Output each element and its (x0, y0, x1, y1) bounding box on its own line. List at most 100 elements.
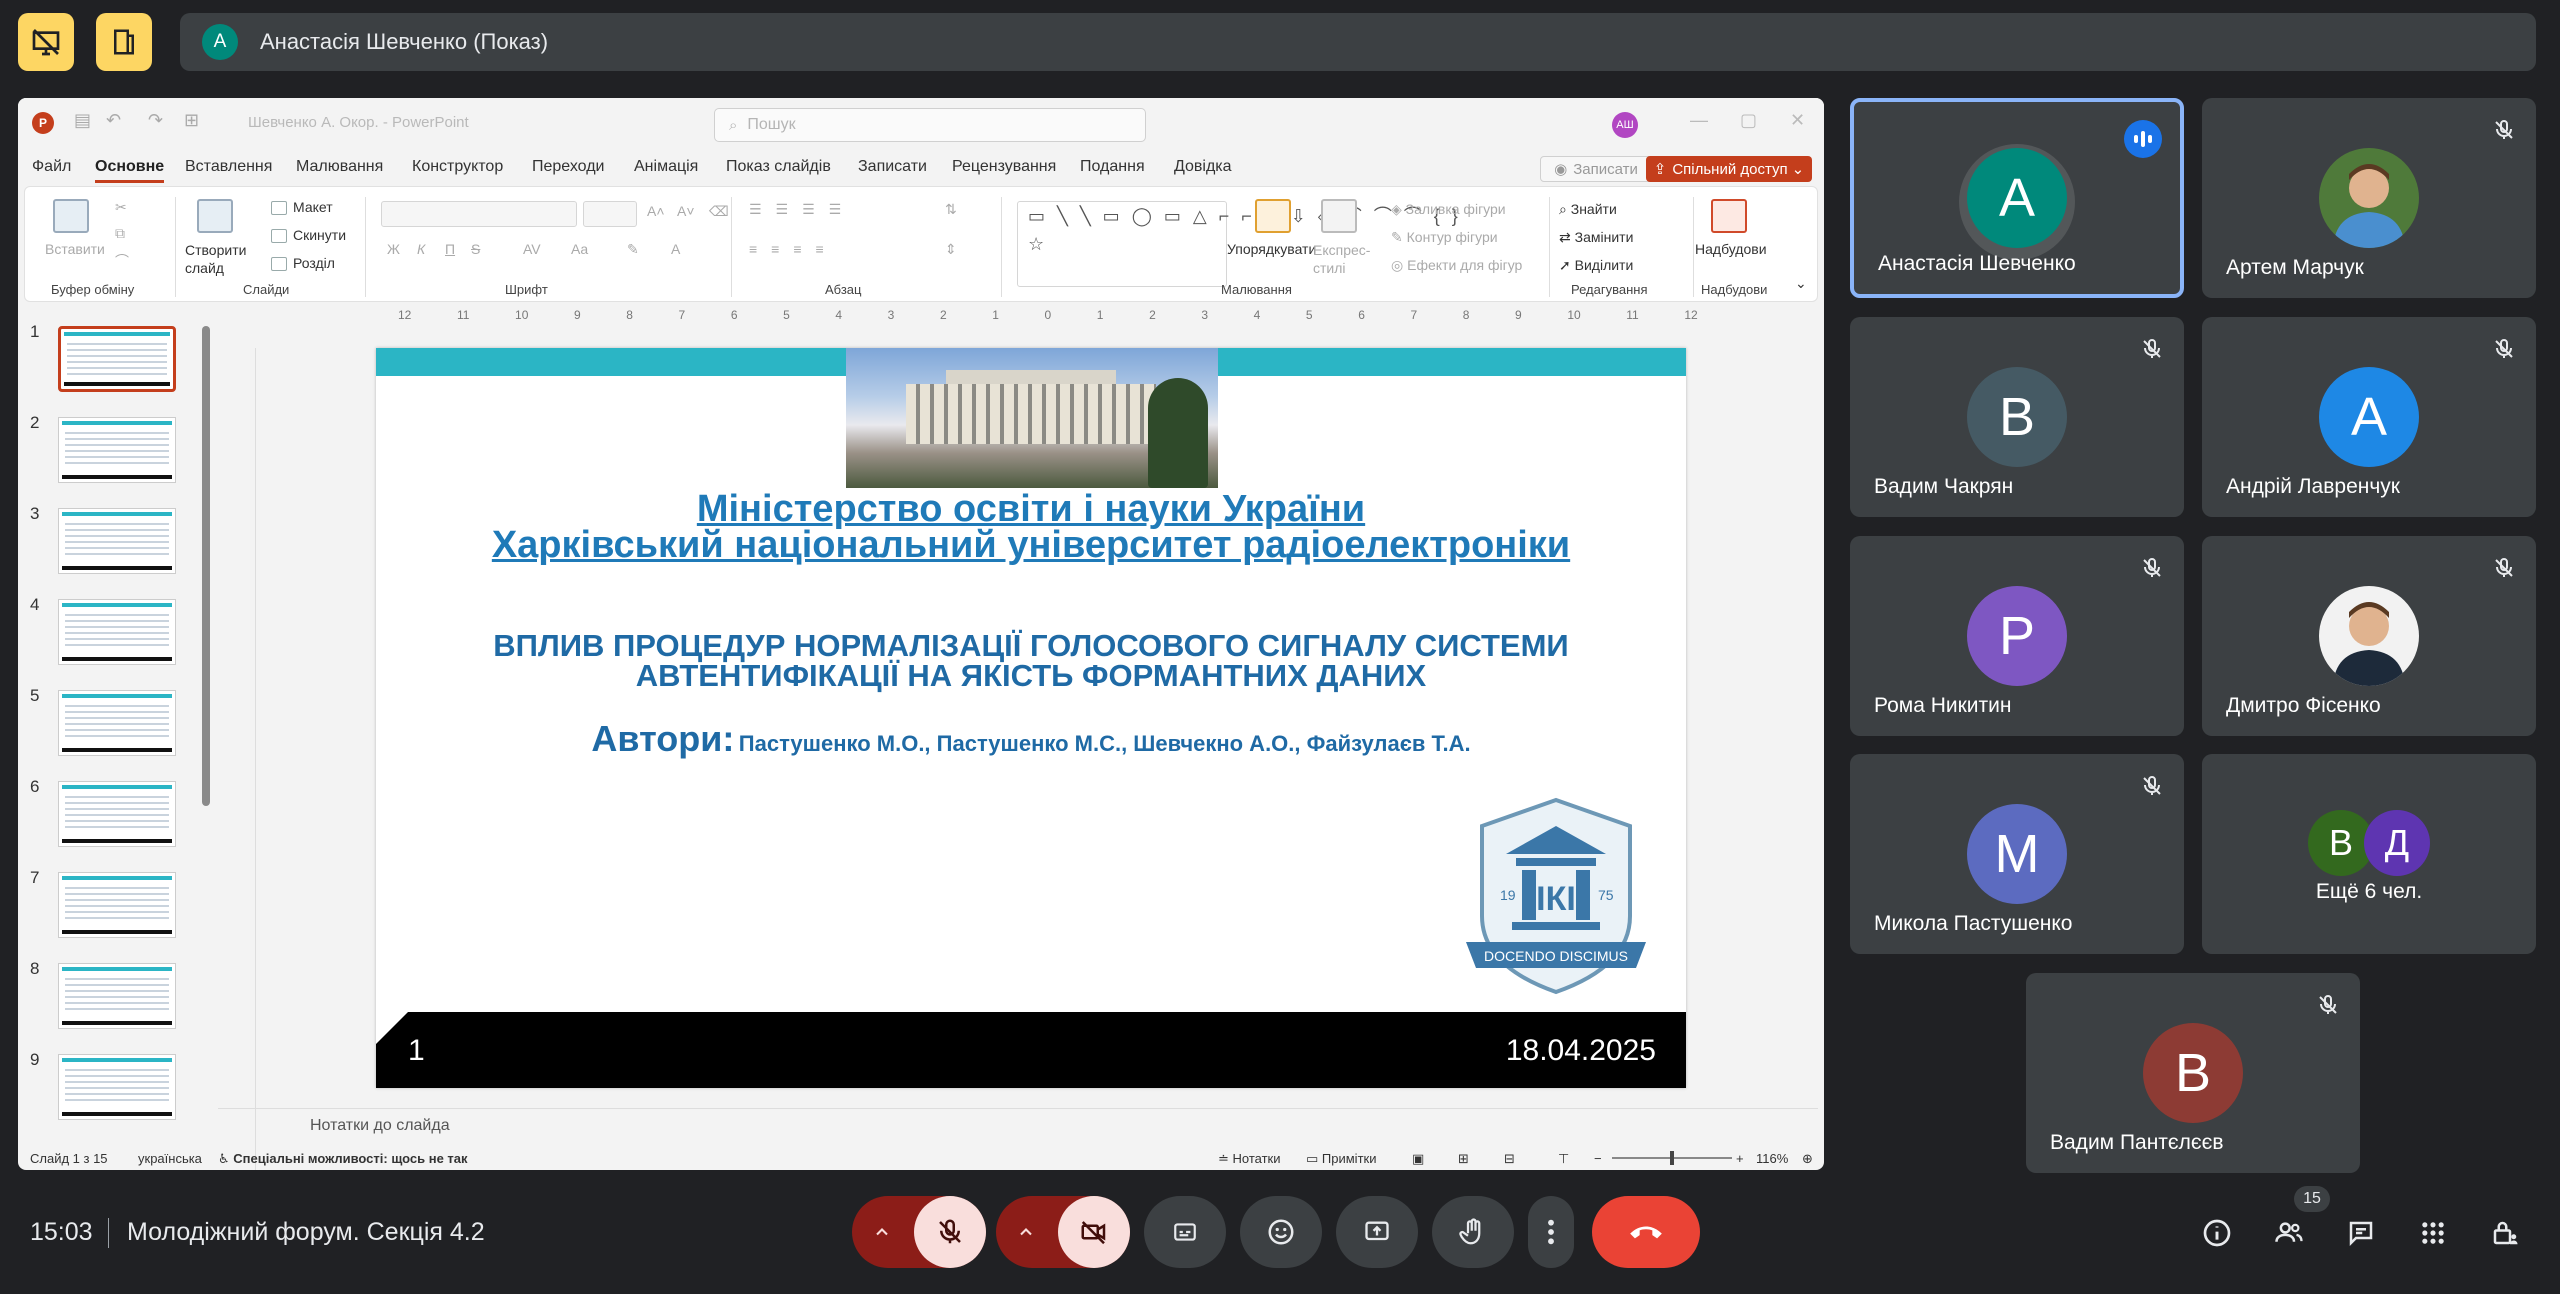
layout-toggle-button[interactable] (96, 13, 152, 71)
participant-tile[interactable]: В Вадим Чакрян (1850, 317, 2184, 517)
menu-draw[interactable]: Малювання (296, 158, 383, 176)
collapse-ribbon-icon[interactable]: ⌄ (1795, 275, 1807, 292)
reading-view-icon[interactable]: ⊟ (1504, 1151, 1515, 1167)
cut-icon[interactable]: ✂ (115, 199, 127, 216)
menu-insert[interactable]: Вставлення (185, 158, 272, 176)
new-slide-button[interactable]: Створити слайд (185, 241, 255, 277)
underline-button[interactable]: П (445, 241, 455, 257)
participant-tile[interactable]: А Анастасія Шевченко (1850, 98, 2184, 298)
participant-tile[interactable]: М Микола Пастушенко (1850, 754, 2184, 954)
mic-toggle-button[interactable] (914, 1196, 986, 1268)
section-button[interactable]: Розділ (271, 255, 335, 272)
meeting-info-button[interactable] (2196, 1212, 2238, 1254)
participant-tile[interactable]: Дмитро Фісенко (2202, 536, 2536, 736)
align-text-icon[interactable]: ⇕ (945, 241, 957, 258)
italic-button[interactable]: К (417, 241, 425, 257)
menu-home[interactable]: Основне (95, 158, 165, 183)
slide-thumbnail[interactable] (58, 417, 176, 483)
menu-file[interactable]: Файл (32, 158, 71, 176)
strikethrough-button[interactable]: S (471, 241, 480, 257)
find-button[interactable]: ⌕ Знайти (1559, 201, 1617, 218)
zoom-level[interactable]: 116% (1756, 1151, 1788, 1166)
slide-thumbnail[interactable] (58, 508, 176, 574)
camera-toggle-button[interactable] (1058, 1196, 1130, 1268)
text-direction-icon[interactable]: ⇅ (945, 201, 957, 218)
menu-record[interactable]: Записати (858, 158, 927, 176)
people-button[interactable] (2268, 1212, 2310, 1254)
shape-outline-button[interactable]: ✎ Контур фігури (1391, 229, 1498, 246)
slide-thumbnail[interactable] (58, 326, 176, 392)
slide-thumbnail[interactable] (58, 872, 176, 938)
host-controls-button[interactable] (2484, 1212, 2526, 1254)
shape-fill-button[interactable]: ◈ Заливка фігури (1391, 201, 1506, 218)
font-size-select[interactable] (583, 201, 637, 227)
font-color-icon[interactable]: A (671, 241, 680, 257)
undo-icon[interactable]: ↶ (106, 110, 121, 131)
thumbnails-scrollbar[interactable] (202, 326, 210, 806)
fit-slide-icon[interactable]: ⊕ (1802, 1151, 1813, 1167)
slide-thumbnail[interactable] (58, 690, 176, 756)
presenter-bar[interactable]: А Анастасія Шевченко (Показ) (180, 13, 2536, 71)
participant-tile[interactable]: Артем Марчук (2202, 98, 2536, 298)
slide-thumbnail[interactable] (58, 599, 176, 665)
audio-options-button[interactable] (852, 1196, 912, 1268)
addins-button[interactable]: Надбудови (1695, 241, 1767, 257)
minimize-icon[interactable]: — (1690, 110, 1708, 131)
ppt-user-avatar[interactable]: АШ (1612, 112, 1638, 138)
normal-view-icon[interactable]: ▣ (1412, 1151, 1424, 1167)
char-spacing-button[interactable]: AV (523, 241, 541, 257)
format-painter-icon[interactable]: ⌒ (115, 251, 129, 271)
shape-effects-button[interactable]: ◎ Ефекти для фігур (1391, 257, 1522, 274)
shapes-gallery[interactable]: ▭╲╲▭◯▭△⌐⌐⇨⇩◇⌒⌒⌒{}☆ (1017, 201, 1458, 287)
change-case-button[interactable]: Aa (571, 241, 588, 257)
paste-button[interactable]: Вставити (45, 241, 105, 257)
language-indicator[interactable]: українська (138, 1151, 202, 1166)
slide-thumbnail[interactable] (58, 1054, 176, 1120)
align-icons[interactable]: ≡≡≡≡ (749, 241, 838, 257)
menu-animations[interactable]: Анімація (634, 158, 698, 176)
menu-review[interactable]: Рецензування (952, 158, 1056, 176)
copy-icon[interactable]: ⧉ (115, 225, 125, 242)
slideshow-view-icon[interactable]: ⊤ (1558, 1151, 1569, 1167)
select-button[interactable]: ➚ Виділити (1559, 257, 1633, 274)
participant-tile[interactable]: Р Рома Никитин (1850, 536, 2184, 736)
captions-button[interactable] (1144, 1196, 1226, 1268)
font-family-select[interactable] (381, 201, 577, 227)
present-icon[interactable]: ⊞ (184, 110, 199, 131)
share-button[interactable]: ⇪ Спільний доступ ⌄ (1646, 156, 1812, 182)
decrease-font-icon[interactable]: A˅ (677, 203, 695, 219)
list-icons[interactable]: ☰☰☰☰ (749, 201, 855, 218)
menu-design[interactable]: Конструктор (412, 158, 503, 176)
more-participants-tile[interactable]: В Д Ещё 6 чел. (2202, 754, 2536, 954)
menu-view[interactable]: Подання (1080, 158, 1145, 176)
slide-canvas[interactable]: Міністерство освіти і науки України Харк… (376, 348, 1686, 1088)
arrange-button[interactable]: Упорядкувати (1227, 241, 1316, 257)
highlight-icon[interactable]: ✎ (627, 241, 639, 258)
menu-help[interactable]: Довідка (1174, 158, 1232, 176)
present-screen-button[interactable] (1336, 1196, 1418, 1268)
sorter-view-icon[interactable]: ⊞ (1458, 1151, 1469, 1167)
quick-styles-button[interactable]: Експрес-стилі (1313, 241, 1379, 277)
zoom-in-icon[interactable]: + (1736, 1151, 1744, 1166)
maximize-icon[interactable]: ▢ (1740, 110, 1757, 131)
reset-button[interactable]: Скинути (271, 227, 346, 244)
activities-button[interactable] (2412, 1212, 2454, 1254)
increase-font-icon[interactable]: A˄ (647, 203, 665, 219)
redo-icon[interactable]: ↷ (148, 110, 163, 131)
accessibility-status[interactable]: ♿ Спеціальні можливості: щось не так (218, 1151, 468, 1167)
chat-button[interactable] (2340, 1212, 2382, 1254)
slide-thumbnail[interactable] (58, 781, 176, 847)
video-options-button[interactable] (996, 1196, 1056, 1268)
bold-button[interactable]: Ж (387, 241, 400, 257)
save-icon[interactable]: ▤ (74, 110, 91, 131)
participant-tile[interactable]: А Андрій Лавренчук (2202, 317, 2536, 517)
slide-notes-area[interactable]: Нотатки до слайда (218, 1108, 1818, 1138)
layout-button[interactable]: Макет (271, 199, 333, 216)
record-button[interactable]: ◉ Записати (1540, 156, 1652, 182)
replace-button[interactable]: ⇄ Замінити (1559, 229, 1633, 246)
clear-format-icon[interactable]: ⌫ (709, 203, 729, 220)
ppt-search-input[interactable]: ⌕ Пошук (714, 108, 1146, 142)
more-options-button[interactable] (1528, 1196, 1574, 1268)
notes-toggle[interactable]: ≐ Нотатки (1218, 1151, 1281, 1167)
reactions-button[interactable] (1240, 1196, 1322, 1268)
